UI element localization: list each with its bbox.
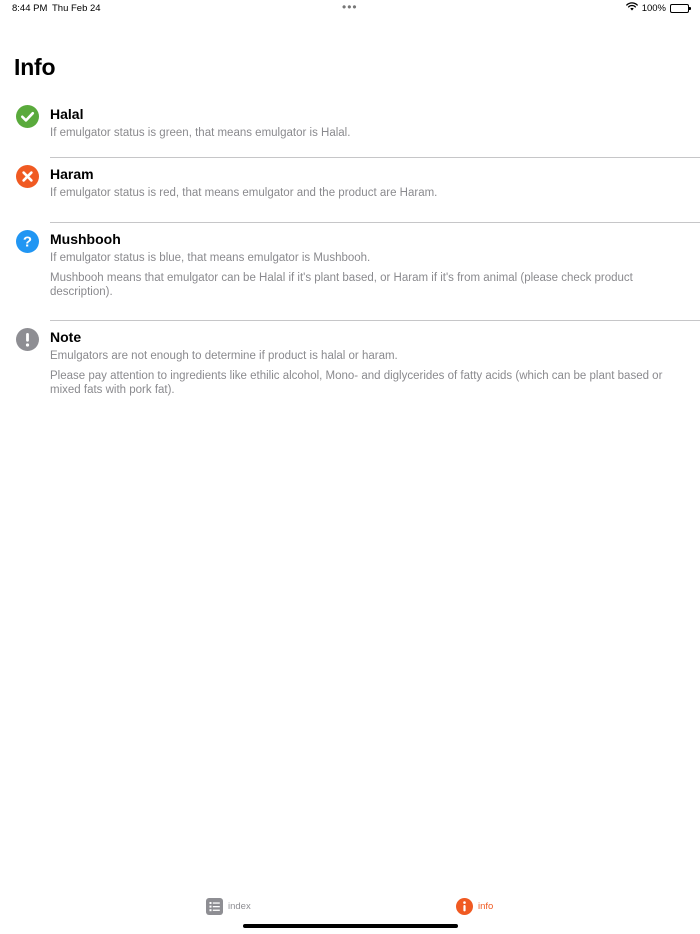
home-indicator[interactable]	[243, 924, 458, 928]
info-list: Halal If emulgator status is green, that…	[0, 98, 700, 401]
item-title: Haram	[50, 166, 94, 182]
item-description: If emulgator status is blue, that means …	[50, 252, 371, 264]
list-icon	[206, 898, 223, 915]
item-description: Mushbooh means that emulgator can be Hal…	[50, 272, 633, 298]
check-circle-icon	[16, 105, 39, 128]
status-time: 8:44 PM	[12, 3, 48, 14]
item-description: Emulgators are not enough to determine i…	[50, 350, 398, 362]
multitasking-dots[interactable]: •••	[342, 0, 358, 14]
info-item-haram: Haram If emulgator status is red, that m…	[0, 158, 700, 222]
exclamation-circle-icon	[16, 328, 39, 351]
battery-percent: 100%	[641, 2, 666, 14]
x-circle-icon	[16, 165, 39, 188]
info-circle-icon	[456, 898, 473, 915]
question-circle-icon: ?	[16, 230, 39, 253]
item-description: If emulgator status is red, that means e…	[50, 187, 438, 199]
info-item-mushbooh: ? Mushbooh If emulgator status is blue, …	[0, 223, 700, 320]
svg-text:?: ?	[23, 234, 32, 251]
status-date: Thu Feb 24	[52, 3, 101, 14]
tab-label: index	[228, 901, 251, 912]
status-bar: 8:44 PM Thu Feb 24 ••• 100%	[0, 0, 700, 18]
tab-info[interactable]: info	[456, 898, 493, 915]
item-title: Halal	[50, 106, 84, 122]
item-description: If emulgator status is green, that means…	[50, 127, 351, 139]
screen: 8:44 PM Thu Feb 24 ••• 100% Info Halal I…	[0, 0, 700, 934]
battery-icon	[670, 3, 691, 13]
tab-bar: index info	[0, 884, 700, 934]
item-title: Note	[50, 329, 82, 345]
tab-label: info	[478, 901, 494, 912]
wifi-icon	[625, 2, 638, 14]
item-description: Please pay attention to ingredients like…	[50, 370, 663, 396]
info-item-halal: Halal If emulgator status is green, that…	[0, 98, 700, 157]
info-item-note: Note Emulgators are not enough to determ…	[0, 321, 700, 401]
item-title: Mushbooh	[50, 231, 121, 247]
page-title: Info	[14, 54, 56, 80]
tab-index[interactable]: index	[206, 898, 251, 915]
status-right: 100%	[625, 2, 691, 14]
